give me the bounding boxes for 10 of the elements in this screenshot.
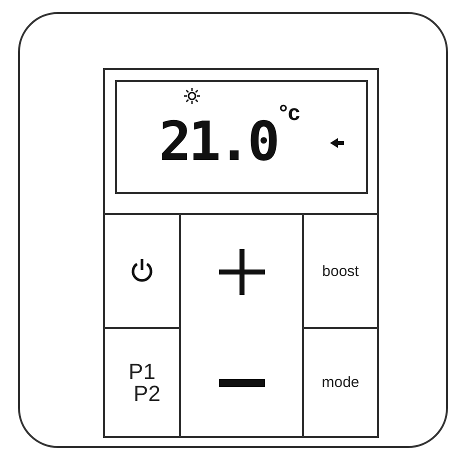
sun-icon [184, 88, 200, 104]
power-icon [130, 258, 154, 284]
arrow-icon [330, 138, 344, 148]
program-label: P1 [128, 360, 156, 382]
power-button[interactable] [105, 215, 181, 329]
program-label: P2 [134, 382, 160, 404]
temperature-unit: °c [279, 100, 300, 126]
plus-icon [218, 249, 264, 295]
minus-icon [218, 378, 264, 386]
temperature-reading: 21.0 [159, 115, 278, 169]
